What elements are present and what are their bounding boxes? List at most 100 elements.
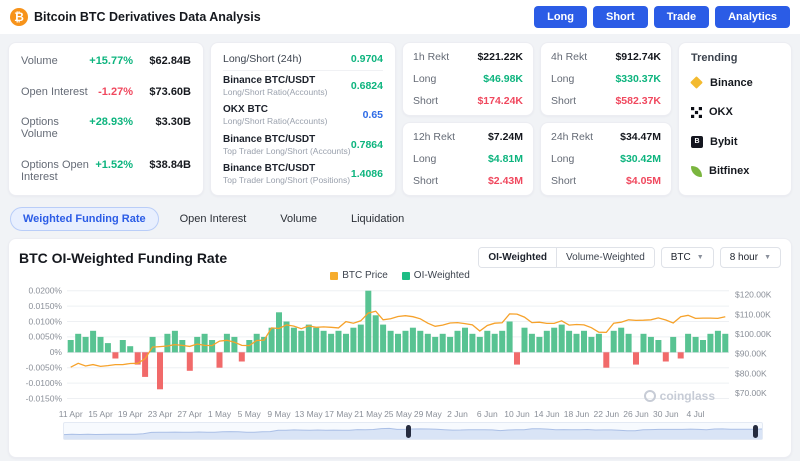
svg-text:5 May: 5 May [238, 409, 262, 419]
trending-item-label: Bitfinex [709, 165, 749, 177]
trending-item-bitfinex[interactable]: Bitfinex [691, 157, 779, 187]
long-button[interactable]: Long [534, 6, 587, 28]
rekt-total-value: $912.74K [615, 51, 661, 63]
tab-volume[interactable]: Volume [267, 207, 330, 231]
trending-item-label: Binance [710, 77, 753, 89]
svg-text:0.0050%: 0.0050% [28, 332, 62, 342]
chart-controls: OI-Weighted Volume-Weighted BTC ▼ 8 hour… [478, 247, 781, 268]
rekt-long-label: Long [413, 73, 436, 85]
tab-weighted-funding-rate[interactable]: Weighted Funding Rate [10, 207, 159, 231]
svg-text:13 May: 13 May [295, 409, 324, 419]
rekt-short-value: $4.05M [626, 175, 661, 187]
trade-button[interactable]: Trade [654, 6, 709, 28]
short-button[interactable]: Short [593, 6, 648, 28]
rekt-short-label: Short [413, 95, 438, 107]
svg-text:2 Jun: 2 Jun [447, 409, 468, 419]
ls-row-okx-accounts[interactable]: OKX BTC Long/Short Ratio(Accounts) 0.65 [223, 101, 383, 131]
interval-select[interactable]: 8 hour ▼ [720, 247, 781, 268]
legend-btc-price[interactable]: BTC Price [330, 270, 388, 281]
rekt-short-row: Short $2.43M [413, 175, 523, 187]
ls-row-value: 0.6824 [351, 80, 383, 92]
stats-row: Volume +15.77% $62.84B Open Interest -1.… [0, 34, 800, 204]
tab-open-interest[interactable]: Open Interest [167, 207, 260, 231]
svg-text:10 Jun: 10 Jun [504, 409, 530, 419]
rekt-total-row: 4h Rekt $912.74K [551, 51, 661, 63]
pair-select[interactable]: BTC ▼ [661, 247, 714, 268]
ls-row-title: Binance BTC/USDT [223, 75, 327, 86]
tab-liquidation[interactable]: Liquidation [338, 207, 417, 231]
svg-text:0.0200%: 0.0200% [28, 286, 62, 296]
metric-value: $62.84B [141, 55, 191, 67]
oi-weighted-swatch-icon [402, 272, 410, 280]
rekt-card-4h: 4h Rekt $912.74K Long $330.37K Short $58… [540, 42, 672, 116]
page-title: Bitcoin BTC Derivatives Data Analysis [34, 10, 261, 24]
svg-text:-0.0050%: -0.0050% [26, 363, 63, 373]
svg-text:26 Jun: 26 Jun [623, 409, 649, 419]
ls-row-subtitle: Long/Short Ratio(Accounts) [223, 87, 327, 97]
rekt-period-label: 24h Rekt [551, 131, 593, 143]
metric-label: Options Open Interest [21, 159, 95, 183]
ls-row-binance-accounts[interactable]: Binance BTC/USDT Long/Short Ratio(Accoun… [223, 71, 383, 101]
trending-item-binance[interactable]: Binance [691, 68, 779, 98]
svg-text:14 Jun: 14 Jun [534, 409, 560, 419]
svg-text:22 Jun: 22 Jun [594, 409, 620, 419]
rekt-long-row: Long $4.81M [413, 153, 523, 165]
funding-rate-chart-card: BTC OI-Weighted Funding Rate OI-Weighted… [8, 238, 792, 458]
navigator-right-handle[interactable] [753, 425, 758, 438]
legend-oi-weighted[interactable]: OI-Weighted [402, 270, 470, 281]
navigator-chart [64, 423, 762, 439]
trending-item-bybit[interactable]: B Bybit [691, 127, 779, 157]
svg-text:4 Jul: 4 Jul [687, 409, 705, 419]
metric-label: Volume [21, 55, 89, 67]
svg-text:11 Apr: 11 Apr [59, 409, 83, 419]
metric-value: $73.60B [141, 86, 191, 98]
long-short-24h-row: Long/Short (24h) 0.9704 [223, 49, 383, 71]
legend-label: BTC Price [342, 270, 388, 281]
analytics-button[interactable]: Analytics [715, 6, 790, 28]
metric-value: $38.84B [141, 159, 191, 171]
rekt-long-row: Long $30.42M [551, 153, 661, 165]
svg-text:$120.00K: $120.00K [735, 290, 772, 300]
range-navigator[interactable] [63, 422, 763, 440]
navigator-left-handle[interactable] [406, 425, 411, 438]
rekt-card-24h: 24h Rekt $34.47M Long $30.42M Short $4.0… [540, 122, 672, 196]
rekt-long-value: $330.37K [615, 73, 661, 85]
rekt-card-1h: 1h Rekt $221.22K Long $46.98K Short $174… [402, 42, 534, 116]
svg-text:15 Apr: 15 Apr [88, 409, 113, 419]
svg-text:0.0100%: 0.0100% [28, 316, 62, 326]
toggle-oi-weighted[interactable]: OI-Weighted [479, 248, 556, 267]
metric-change: -1.27% [98, 86, 133, 98]
top-bar: ₿ Bitcoin BTC Derivatives Data Analysis … [0, 0, 800, 34]
ls-row-subtitle: Top Trader Long/Short (Positions) [223, 175, 350, 185]
svg-text:0%: 0% [50, 347, 63, 357]
metric-value: $3.30B [141, 116, 191, 128]
svg-text:$80.00K: $80.00K [735, 368, 767, 378]
rekt-total-row: 1h Rekt $221.22K [413, 51, 523, 63]
svg-text:23 Apr: 23 Apr [148, 409, 173, 419]
trending-item-okx[interactable]: OKX [691, 98, 779, 128]
chevron-down-icon: ▼ [764, 254, 771, 261]
svg-text:29 May: 29 May [414, 409, 443, 419]
rekt-long-value: $30.42M [620, 153, 661, 165]
metric-label: Open Interest [21, 86, 98, 98]
ls-row-text: Binance BTC/USDT Long/Short Ratio(Accoun… [223, 75, 327, 97]
metric-change: +28.93% [89, 116, 133, 128]
ls-row-text: Binance BTC/USDT Top Trader Long/Short (… [223, 134, 351, 156]
chart-tabs: Weighted Funding Rate Open Interest Volu… [0, 204, 800, 238]
ls-row-top-trader-positions[interactable]: Binance BTC/USDT Top Trader Long/Short (… [223, 160, 383, 190]
rekt-period-label: 1h Rekt [413, 51, 449, 63]
ls-row-title: OKX BTC [223, 104, 327, 115]
svg-text:$100.00K: $100.00K [735, 329, 772, 339]
ls-row-top-trader-accounts[interactable]: Binance BTC/USDT Top Trader Long/Short (… [223, 130, 383, 160]
chart-plot-area[interactable]: 0.0200%0.0150%0.0100%0.0050%0%-0.0050%-0… [19, 281, 781, 421]
rekt-long-row: Long $330.37K [551, 73, 661, 85]
toggle-volume-weighted[interactable]: Volume-Weighted [556, 248, 654, 267]
binance-icon [690, 76, 703, 89]
rekt-total-row: 24h Rekt $34.47M [551, 131, 661, 143]
svg-text:25 May: 25 May [384, 409, 413, 419]
rekt-total-value: $221.22K [477, 51, 523, 63]
ls-row-subtitle: Long/Short Ratio(Accounts) [223, 116, 327, 126]
long-short-card: Long/Short (24h) 0.9704 Binance BTC/USDT… [210, 42, 396, 196]
svg-text:0.0150%: 0.0150% [28, 301, 62, 311]
bitfinex-icon [691, 166, 702, 177]
